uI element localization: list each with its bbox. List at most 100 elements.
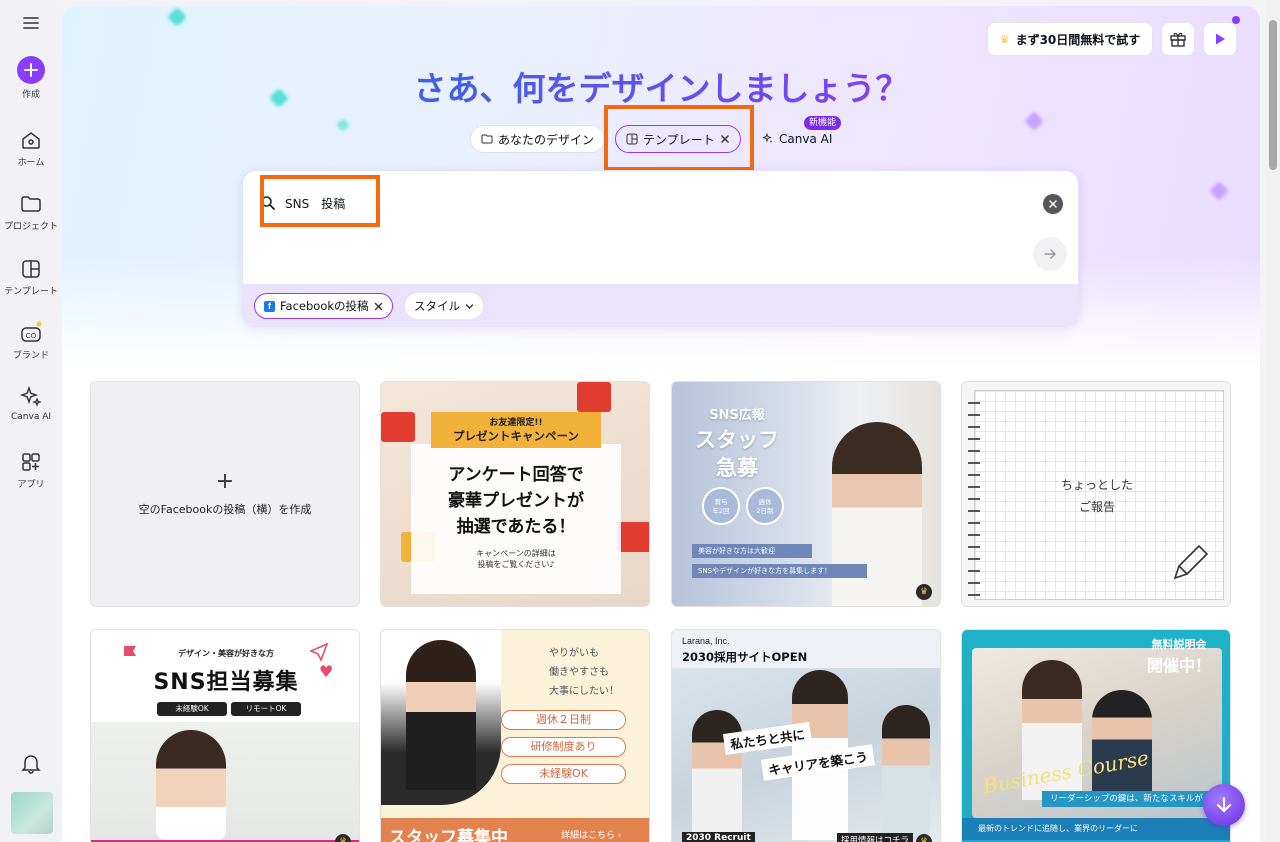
rail-item-home[interactable]: ホーム — [0, 128, 62, 168]
tab-label: Canva AI — [779, 132, 833, 146]
play-icon — [1216, 33, 1225, 45]
plus-icon: + — [215, 469, 235, 494]
template-subtext: キャンペーンの詳細は 投稿をご覧ください♪ — [411, 548, 621, 570]
template-text-line: 抽選であたる！ — [456, 517, 576, 537]
template-card[interactable]: 無料説明会 開催中！ Business Course リーダーシップの鍵は、新た… — [961, 629, 1231, 842]
free-trial-label: まず30日間無料で試す — [1015, 32, 1141, 47]
template-text: ちょっとした ご報告 — [962, 474, 1230, 518]
template-text-line: アンケート回答で — [448, 465, 584, 485]
rail-item-projects[interactable]: プロジェクト — [0, 192, 62, 232]
tab-label: あなたのデザイン — [498, 132, 595, 147]
template-text-line: 豪華プレゼントが — [448, 491, 584, 511]
present-button[interactable] — [1203, 22, 1237, 56]
template-text: スタッフ募集中 — [389, 828, 508, 842]
template-logo: Larana, Inc. — [682, 636, 730, 646]
template-label: 研修制度あり — [501, 737, 626, 757]
template-text: SNS担当募集 — [153, 670, 299, 695]
avatar[interactable] — [11, 792, 53, 834]
template-text: 急募 — [716, 456, 758, 480]
template-text: お友達限定!! — [489, 418, 543, 428]
template-text: SNSやデザインが好きな方を募集します！ — [692, 564, 867, 578]
chevron-down-icon — [465, 303, 474, 309]
clear-search-button[interactable] — [1043, 194, 1063, 214]
template-ribbon: お友達限定!! プレゼントキャンペーン — [431, 412, 601, 448]
template-card[interactable]: ちょっとした ご報告 — [961, 381, 1231, 607]
template-text-line: 投稿をご覧ください♪ — [477, 560, 555, 569]
template-person — [882, 705, 930, 840]
blank-design-card[interactable]: + 空のFacebookの投稿（横）を作成 — [90, 381, 360, 607]
template-person — [156, 730, 226, 840]
template-text: SNS広報 — [709, 408, 765, 423]
brand-icon: CO — [21, 321, 42, 342]
template-icon — [22, 260, 40, 278]
bell-icon[interactable] — [20, 752, 42, 774]
svg-text:CO: CO — [26, 333, 37, 340]
template-text: 詳細はこちら › — [561, 831, 622, 841]
rail-item-canva-ai[interactable]: Canva AI — [0, 385, 62, 422]
template-circle: 賞与 年2回 — [702, 487, 740, 525]
template-text-line: ちょっとした — [1060, 478, 1133, 492]
folder-icon — [481, 134, 493, 144]
template-text: デザイン・美容が好きな方 — [178, 649, 274, 658]
gift-icon — [1170, 32, 1186, 47]
template-text: 2030採用サイトOPEN — [682, 650, 808, 664]
facebook-icon: f — [264, 300, 275, 312]
rail-item-templates[interactable]: テンプレート — [0, 257, 62, 297]
create-label: 作成 — [21, 90, 40, 100]
template-text: 2030 Recruit — [682, 832, 755, 842]
rail-label-projects: プロジェクト — [3, 222, 58, 232]
pencil-icon — [1173, 544, 1209, 580]
template-text-line: キャンペーンの詳細は — [476, 549, 556, 558]
filter-chip-style[interactable]: スタイル — [405, 293, 483, 319]
assistant-button[interactable] — [1203, 784, 1245, 826]
template-card[interactable]: ♥ デザイン・美容が好きな方 SNS担当募集 未経験OK リモートOK ♛ — [90, 629, 360, 842]
sparkle-decoration — [1024, 111, 1044, 131]
crown-icon: ♛ — [916, 584, 932, 600]
notification-dot — [1232, 16, 1240, 24]
sparkle-icon — [762, 133, 773, 143]
filter-chip-facebook[interactable]: f Facebookの投稿 — [254, 293, 393, 319]
sparkle-decoration — [335, 117, 351, 133]
template-card[interactable]: お友達限定!! プレゼントキャンペーン アンケート回答で 豪華プレゼントが 抽選… — [380, 381, 650, 607]
rail-label-templates: テンプレート — [4, 287, 58, 297]
sparkle-decoration — [1209, 181, 1229, 201]
close-icon[interactable] — [374, 302, 383, 311]
rail-item-apps[interactable]: アプリ — [0, 450, 62, 490]
template-person — [406, 640, 476, 790]
highlight-box — [260, 175, 380, 227]
page-title: さあ、何をデザインしましょう？ — [62, 62, 1260, 110]
template-card[interactable]: SNS広報 スタッフ 急募 賞与 年2回 週休 2日制 美容が好きな方は大歓迎 … — [671, 381, 941, 607]
search-submit-button[interactable] — [1033, 237, 1067, 271]
folder-icon — [21, 196, 41, 212]
template-label: 週休２日制 — [501, 710, 626, 730]
template-label: 未経験OK — [501, 764, 626, 784]
template-text-line: 大事にしたい！ — [549, 686, 619, 697]
template-text: アンケート回答で 豪華プレゼントが 抽選であたる！ — [411, 462, 621, 540]
close-icon — [1049, 200, 1057, 208]
tab-your-designs[interactable]: あなたのデザイン — [470, 125, 606, 153]
template-text-line: ご報告 — [1078, 500, 1115, 514]
template-text: 無料説明会 — [1151, 638, 1207, 651]
arrow-right-icon — [1044, 249, 1057, 259]
home-icon — [22, 132, 40, 149]
free-trial-button[interactable]: ♛ まず30日間無料で試す — [987, 22, 1153, 56]
gift-decoration — [617, 522, 649, 552]
gift-button[interactable] — [1161, 22, 1195, 56]
template-text-line: 働きやすさも — [549, 667, 609, 678]
rail-item-brand[interactable]: CO ブランド — [0, 321, 62, 361]
scrollbar-thumb[interactable] — [1269, 20, 1277, 170]
template-text-line: やりがいも — [549, 648, 599, 659]
crown-icon: ♛ — [999, 32, 1010, 46]
template-text: プレゼントキャンペーン — [453, 429, 579, 443]
template-card[interactable]: やりがいも 働きやすさも 大事にしたい！ 週休２日制 研修制度あり 未経験OK … — [380, 629, 650, 842]
template-circle: 週休 2日制 — [746, 487, 784, 525]
template-text: 採用情報はコチラ — [837, 833, 914, 842]
chip-label: スタイル — [414, 299, 460, 313]
template-card[interactable]: Larana, Inc. 2030採用サイトOPEN 私たちと共に キャリアを築… — [671, 629, 941, 842]
menu-icon[interactable] — [22, 14, 40, 32]
template-text: 最新のトレンドに追随し、業界のリーダーに — [962, 818, 1230, 840]
rail-label-apps: アプリ — [17, 480, 45, 490]
gift-decoration — [381, 412, 415, 442]
create-button[interactable]: 作成 — [0, 56, 62, 100]
main-panel: ♛ まず30日間無料で試す さあ、何をデザインしましょう？ あなたのデザイン テ… — [62, 6, 1260, 842]
